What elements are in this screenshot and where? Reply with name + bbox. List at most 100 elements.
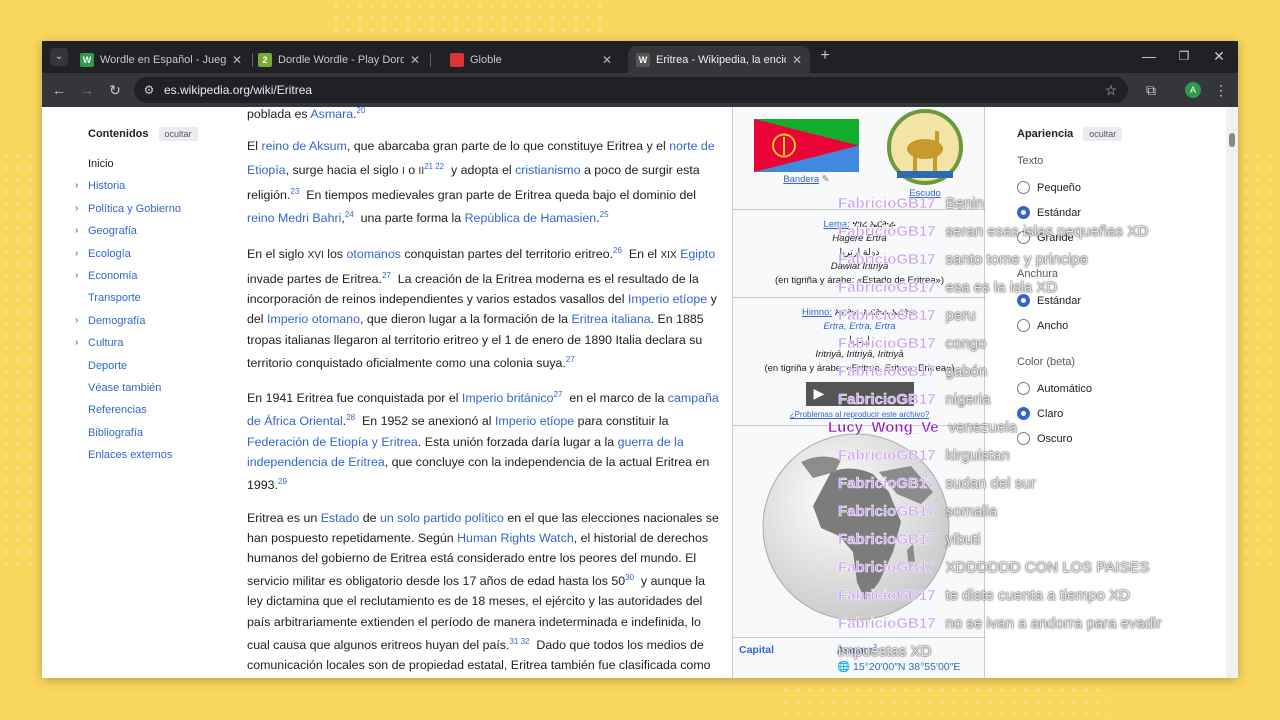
toc-item-label: Véase también — [88, 381, 162, 394]
toc-item[interactable]: Bibliografía — [88, 422, 228, 444]
chat-username: FabricioGB17 — [838, 615, 936, 633]
toc-hide-button[interactable]: ocultar — [158, 127, 198, 141]
toc-item-label: Bibliografía — [88, 426, 144, 439]
tab-0[interactable]: W Wordle en Español - Juega Wor ✕ — [72, 46, 250, 73]
chat-username: Lucy_Wong_Ve — [828, 419, 939, 437]
tab-close-icon[interactable]: ✕ — [410, 53, 420, 67]
chat-message: FabricioGB17 yibuti — [838, 526, 1228, 554]
site-info-icon[interactable]: ⚙ — [140, 81, 158, 99]
toc-item[interactable]: › Historia — [75, 175, 228, 197]
toc-item[interactable]: Referencias — [88, 399, 228, 421]
toc-item[interactable]: Transporte — [88, 287, 228, 309]
chevron-right-icon[interactable]: › — [75, 243, 78, 265]
chat-username: FabricioGB17 — [838, 391, 936, 409]
flag-caption[interactable]: Bandera — [783, 174, 819, 185]
capital-label: Capital — [739, 644, 775, 656]
link-estado[interactable]: Estado — [321, 511, 360, 525]
toc-item[interactable]: Véase también — [88, 377, 228, 399]
link-egipto[interactable]: Egipto — [680, 247, 715, 261]
scrollbar-thumb[interactable] — [1229, 133, 1235, 147]
address-bar[interactable]: ⚙ es.wikipedia.org/wiki/Eritrea ☆ — [134, 77, 1128, 103]
toc-item-label: Enlaces externos — [88, 449, 173, 462]
toc-item[interactable]: › Geografía — [75, 220, 228, 242]
toc-item[interactable]: Deporte — [88, 355, 228, 377]
tab-3[interactable]: W Eritrea - Wikipedia, la enciclope ✕ — [628, 46, 810, 73]
tab-1[interactable]: 2 Dordle Wordle - Play Dordle G ✕ — [250, 46, 428, 73]
tab-search-button[interactable]: ⌄ — [50, 48, 68, 66]
chat-text: no se ivan a andorra para evadir — [945, 615, 1162, 632]
play-icon[interactable]: ▶ — [814, 385, 825, 402]
link-imperio-otomano[interactable]: Imperio otomano — [267, 312, 360, 326]
forward-icon[interactable]: → — [78, 81, 96, 99]
tab-close-icon[interactable]: ✕ — [602, 53, 612, 67]
link-hrw[interactable]: Human Rights Watch — [457, 531, 574, 545]
toc-item[interactable]: › Economía — [75, 265, 228, 287]
chat-message: FabricioGB17 congo — [838, 330, 1228, 358]
tab-strip: ⌄ W Wordle en Español - Juega Wor ✕ 2 Dordle… — [42, 41, 1238, 73]
toc-item[interactable]: Inicio — [88, 153, 228, 175]
chat-username: FabricioGB17 — [838, 251, 936, 269]
chat-message: FabricioGB17 XDDDDDD CON LOS PAISES — [838, 554, 1228, 582]
back-icon[interactable]: ← — [50, 81, 68, 99]
link-partido-unico[interactable]: un solo partido político — [380, 511, 504, 525]
appearance-heading: Apariencia — [1017, 128, 1074, 140]
chat-message: FabricioGB17 sudan del sur — [838, 470, 1228, 498]
extensions-icon[interactable]: ⧉ — [1142, 81, 1160, 99]
himno-label[interactable]: Himno: — [802, 307, 832, 318]
toc-item[interactable]: › Demografía — [75, 310, 228, 332]
chat-message: FabricioGB17 nigeria — [838, 386, 1228, 414]
url-text[interactable]: es.wikipedia.org/wiki/Eritrea — [164, 83, 312, 97]
link-hamasien[interactable]: República de Hamasien — [465, 211, 597, 225]
link-reino-aksum[interactable]: reino de Aksum — [261, 139, 346, 153]
appearance-hide-button[interactable]: ocultar — [1083, 127, 1123, 141]
chat-text: peru — [945, 307, 976, 324]
toc-item[interactable]: › Ecología — [75, 243, 228, 265]
tab-close-icon[interactable]: ✕ — [792, 53, 802, 67]
toc-item[interactable]: Enlaces externos — [88, 444, 228, 466]
link-asmara[interactable]: Asmara — [310, 107, 353, 121]
toc-item-label: Cultura — [88, 337, 124, 350]
menu-icon[interactable]: ⋮ — [1212, 81, 1230, 99]
article-paragraph: Eritrea es un Estado de un solo partido … — [247, 510, 719, 673]
reload-icon[interactable]: ↻ — [106, 81, 124, 99]
restore-button[interactable]: ❐ — [1175, 47, 1193, 65]
tab-favicon-icon: 2 — [258, 52, 272, 67]
chat-message: FabricioGB17 peru — [838, 302, 1228, 330]
link-cristianismo[interactable]: cristianismo — [515, 163, 580, 177]
link-otomanos[interactable]: otomanos — [346, 247, 400, 261]
chat-username: FabricioGB17 — [838, 503, 936, 521]
link-imperio-etiope[interactable]: Imperio etíope — [628, 292, 707, 306]
toc-item-label: Demografía — [88, 314, 146, 327]
chat-text: kirguistan — [945, 447, 1010, 464]
chat-text: nigeria — [945, 391, 991, 408]
new-tab-button[interactable]: + — [816, 47, 834, 65]
toc-heading: Contenidos — [88, 128, 149, 140]
coat-of-arms-image[interactable] — [883, 109, 967, 185]
link-imperio-britanico[interactable]: Imperio británico — [462, 391, 554, 405]
toc-item[interactable]: › Cultura — [75, 332, 228, 354]
toc-item[interactable]: › Política y Gobierno — [75, 198, 228, 220]
chevron-right-icon[interactable]: › — [75, 220, 78, 242]
table-of-contents: Contenidos ocultar Inicio › Historia › Políti… — [75, 127, 228, 466]
tab-2[interactable]: Globle ✕ — [442, 46, 620, 73]
link-eritrea-italiana[interactable]: Eritrea italiana — [571, 312, 650, 326]
bookmark-star-icon[interactable]: ☆ — [1102, 81, 1120, 99]
chevron-right-icon[interactable]: › — [75, 310, 78, 332]
chat-username: FabricioGB17 — [838, 279, 936, 297]
chat-text: sudan del sur — [945, 475, 1036, 492]
chevron-right-icon[interactable]: › — [75, 265, 78, 287]
close-window-button[interactable]: ✕ — [1210, 47, 1228, 65]
chevron-right-icon[interactable]: › — [75, 175, 78, 197]
chevron-right-icon[interactable]: › — [75, 198, 78, 220]
chat-text: impuestas XD — [838, 643, 932, 660]
minimize-button[interactable]: — — [1140, 47, 1158, 65]
flag-image[interactable] — [754, 119, 859, 172]
tab-close-icon[interactable]: ✕ — [232, 53, 242, 67]
link-federacion[interactable]: Federación de Etiopía y Eritrea — [247, 435, 418, 449]
chat-message: FabricioGB17 te diste cuenta a tiempo XD — [838, 582, 1228, 610]
profile-avatar[interactable]: A — [1185, 82, 1201, 98]
link-medri-bahri[interactable]: reino Medri Bahri — [247, 211, 341, 225]
chevron-right-icon[interactable]: › — [75, 332, 78, 354]
link-imperio-etiope-2[interactable]: Imperio etíope — [495, 415, 574, 429]
chat-message: FabricioGB17 gabón — [838, 358, 1228, 386]
